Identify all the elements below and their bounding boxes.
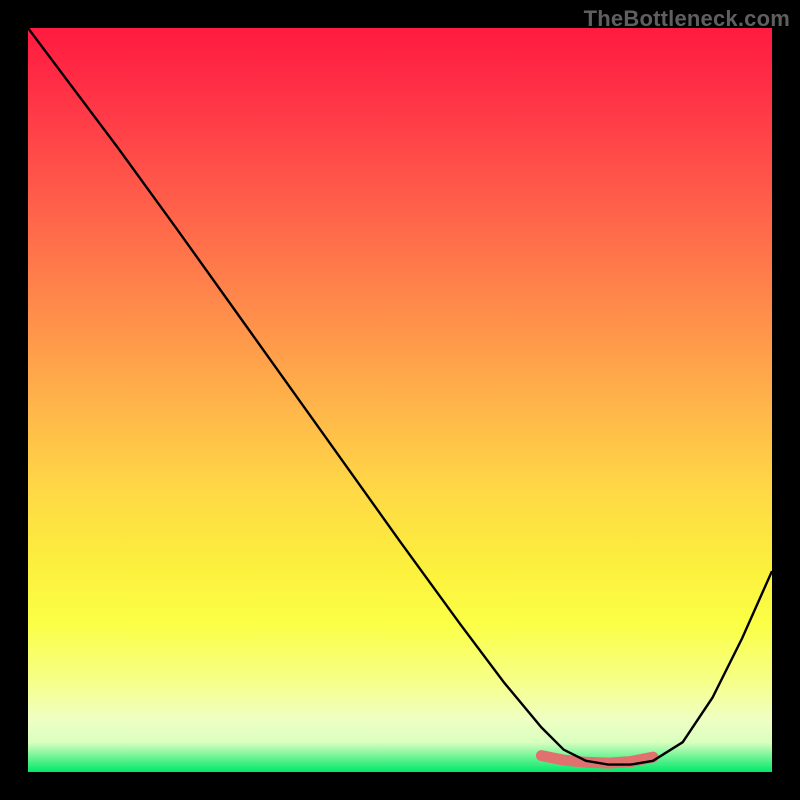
- chart-frame: TheBottleneck.com: [0, 0, 800, 800]
- plot-area: [28, 28, 772, 772]
- curve-svg: [28, 28, 772, 772]
- bottleneck-curve: [28, 28, 772, 765]
